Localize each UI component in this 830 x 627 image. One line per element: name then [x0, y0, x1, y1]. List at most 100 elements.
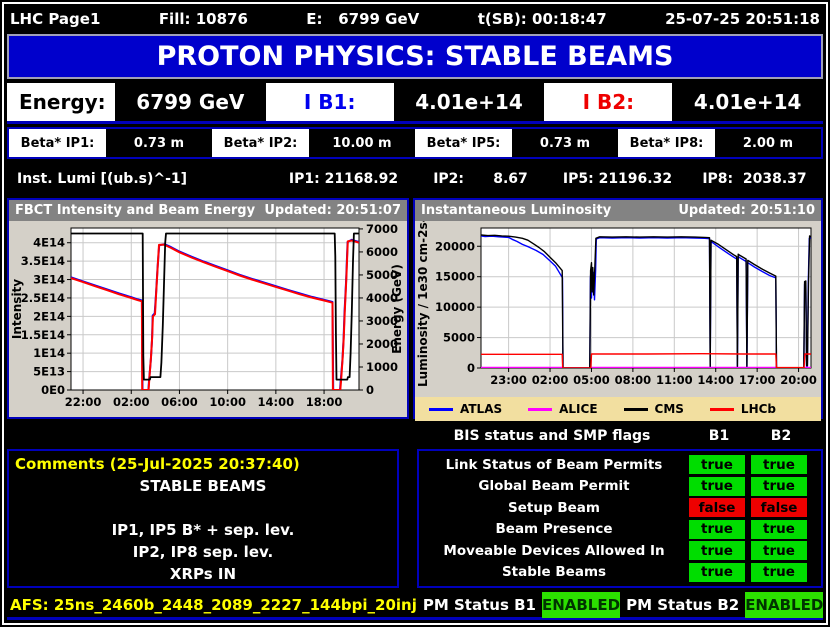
svg-text:22:00: 22:00 — [65, 395, 102, 409]
svg-text:0: 0 — [366, 383, 374, 397]
svg-text:1.5E14: 1.5E14 — [21, 328, 65, 342]
comment-line: IP2, IP8 sep. lev. — [132, 543, 274, 561]
intensity-b2-label: I B2: — [544, 83, 673, 121]
beta-ip1-label: Beta* IP1: — [9, 129, 106, 157]
flag-label: Beam Presence — [495, 521, 613, 538]
bis-title: BIS status and SMP flags — [453, 428, 651, 444]
beta-ip2-label: Beta* IP2: — [212, 129, 309, 157]
svg-text:Intensity: Intensity — [10, 279, 24, 339]
inst-lumi-ip2: IP2: 8.67 — [433, 171, 528, 187]
lumi-chart-title: Instantaneous Luminosity — [421, 203, 612, 218]
svg-text:5E13: 5E13 — [33, 365, 65, 379]
flag-b1-badge: false — [689, 498, 745, 518]
bis-col-b2: B2 — [770, 428, 792, 444]
pm-status-b1-label: PM Status B1 — [422, 595, 536, 614]
intensity-b2-value: 4.01e+14 — [672, 83, 824, 121]
flag-b1-badge: true — [689, 562, 745, 582]
fbct-chart-panel: FBCT Intensity and Beam Energy Updated: … — [7, 198, 409, 419]
comment-line — [15, 497, 391, 519]
beam-mode-banner: PROTON PHYSICS: STABLE BEAMS — [7, 34, 823, 79]
svg-text:05:00: 05:00 — [573, 373, 610, 387]
svg-text:11:00: 11:00 — [656, 373, 693, 387]
energy-value: 6799 GeV — [115, 83, 266, 121]
svg-text:7000: 7000 — [366, 222, 398, 236]
lumi-chart-updated: Updated: 20:51:10 — [678, 203, 815, 218]
top-status-bar: LHC Page1 Fill: 10876 E: 6799 GeV t(SB):… — [10, 6, 820, 32]
bis-col-b1: B1 — [708, 428, 730, 444]
svg-text:4E14: 4E14 — [33, 236, 65, 250]
lumi-chart-header: Instantaneous Luminosity Updated: 20:51:… — [415, 200, 821, 221]
svg-text:14:00: 14:00 — [258, 395, 295, 409]
svg-text:20000: 20000 — [435, 239, 475, 253]
afs-scheme: AFS: 25ns_2460b_2448_2089_2227_144bpi_20… — [10, 595, 417, 614]
legend-swatch — [709, 407, 734, 411]
legend-swatch — [429, 407, 453, 411]
legend-swatch — [623, 407, 648, 411]
svg-text:10000: 10000 — [435, 300, 475, 314]
legend-item: ALICE — [528, 402, 598, 416]
comment-line: XRPs IN — [169, 565, 237, 583]
table-row: Global Beam Permit true true — [419, 476, 807, 496]
svg-text:06:00: 06:00 — [161, 395, 198, 409]
svg-text:14:00: 14:00 — [697, 373, 734, 387]
table-row: Beam Presence true true — [419, 519, 807, 539]
svg-text:02:00: 02:00 — [532, 373, 569, 387]
legend-label: ATLAS — [460, 402, 503, 416]
lumi-chart-legend: ATLAS ALICE CMS LHCb — [415, 397, 821, 421]
legend-label: ALICE — [559, 402, 598, 416]
svg-text:08:00: 08:00 — [615, 373, 652, 387]
flag-b2-badge: true — [751, 562, 807, 582]
fbct-intensity-energy-chart: 22:00 02:00 06:00 10:00 14:00 18:00 0E0 5E13 1E1… — [10, 222, 404, 409]
svg-text:18:00: 18:00 — [306, 395, 343, 409]
fill-number: Fill: 10876 — [158, 10, 248, 28]
beta-star-row: Beta* IP1: 0.73 m Beta* IP2: 10.00 m Bet… — [7, 127, 823, 159]
svg-text:20:00: 20:00 — [780, 373, 817, 387]
svg-text:5000: 5000 — [443, 331, 475, 345]
flag-label: Stable Beams — [501, 564, 607, 581]
inst-lumi-label: Inst. Lumi [(ub.s)^-1] — [17, 171, 188, 187]
page-title: LHC Page1 — [10, 10, 101, 28]
svg-text:2E14: 2E14 — [33, 309, 65, 323]
legend-swatch — [528, 407, 553, 411]
flag-b1-badge: true — [689, 541, 745, 561]
flag-b1-badge: true — [689, 455, 745, 475]
comment-line: STABLE BEAMS — [139, 477, 267, 495]
intensity-b1-value: 4.01e+14 — [393, 83, 545, 121]
instantaneous-luminosity-chart: 23:00 02:00 05:00 08:00 11:00 14:00 17:00 20:00… — [416, 209, 817, 387]
legend-item: LHCb — [709, 402, 776, 416]
svg-text:3E14: 3E14 — [33, 273, 65, 287]
flag-b2-badge: false — [751, 498, 807, 518]
lumi-chart-panel: Instantaneous Luminosity Updated: 20:51:… — [413, 198, 823, 421]
svg-text:Luminosity / 1e30 cm-2s-1: Luminosity / 1e30 cm-2s-1 — [416, 221, 430, 387]
svg-text:02:00: 02:00 — [113, 395, 150, 409]
flag-b1-badge: true — [689, 476, 745, 496]
comments-title: Comments (25-Jul-2025 20:37:40) — [15, 455, 300, 473]
lhc-page1: LHC Page1 Fill: 10876 E: 6799 GeV t(SB):… — [0, 0, 830, 627]
intensity-b1-label: I B1: — [265, 83, 394, 121]
flag-b1-badge: true — [689, 519, 745, 539]
svg-text:6000: 6000 — [366, 245, 398, 259]
legend-item: ATLAS — [429, 402, 502, 416]
inst-lumi-ip8: IP8: 2038.37 — [702, 171, 807, 187]
beta-ip8-value: 2.00 m — [742, 135, 794, 151]
fbct-chart-header: FBCT Intensity and Beam Energy Updated: … — [9, 200, 407, 221]
svg-text:1000: 1000 — [366, 360, 398, 374]
flag-b2-badge: true — [751, 476, 807, 496]
beta-ip5-label: Beta* IP5: — [415, 129, 512, 157]
table-row: Link Status of Beam Permits true true — [419, 455, 807, 475]
flag-label: Link Status of Beam Permits — [445, 456, 663, 473]
svg-text:15000: 15000 — [435, 270, 475, 284]
beam-mode-title: PROTON PHYSICS: STABLE BEAMS — [156, 41, 674, 72]
flag-b2-badge: true — [751, 541, 807, 561]
inst-lumi-ip5: IP5: 21196.32 — [562, 171, 673, 187]
energy-label: Energy: — [7, 83, 115, 121]
beta-ip5-value: 0.73 m — [539, 135, 591, 151]
svg-text:10:00: 10:00 — [209, 395, 246, 409]
svg-text:0: 0 — [467, 361, 475, 375]
beta-ip2-value: 10.00 m — [332, 135, 392, 151]
flag-label: Setup Beam — [508, 499, 600, 516]
flag-label: Global Beam Permit — [478, 478, 630, 495]
svg-text:1E14: 1E14 — [33, 346, 65, 360]
table-row: Moveable Devices Allowed In true true — [419, 541, 807, 561]
table-row: Stable Beams true true — [419, 562, 807, 582]
